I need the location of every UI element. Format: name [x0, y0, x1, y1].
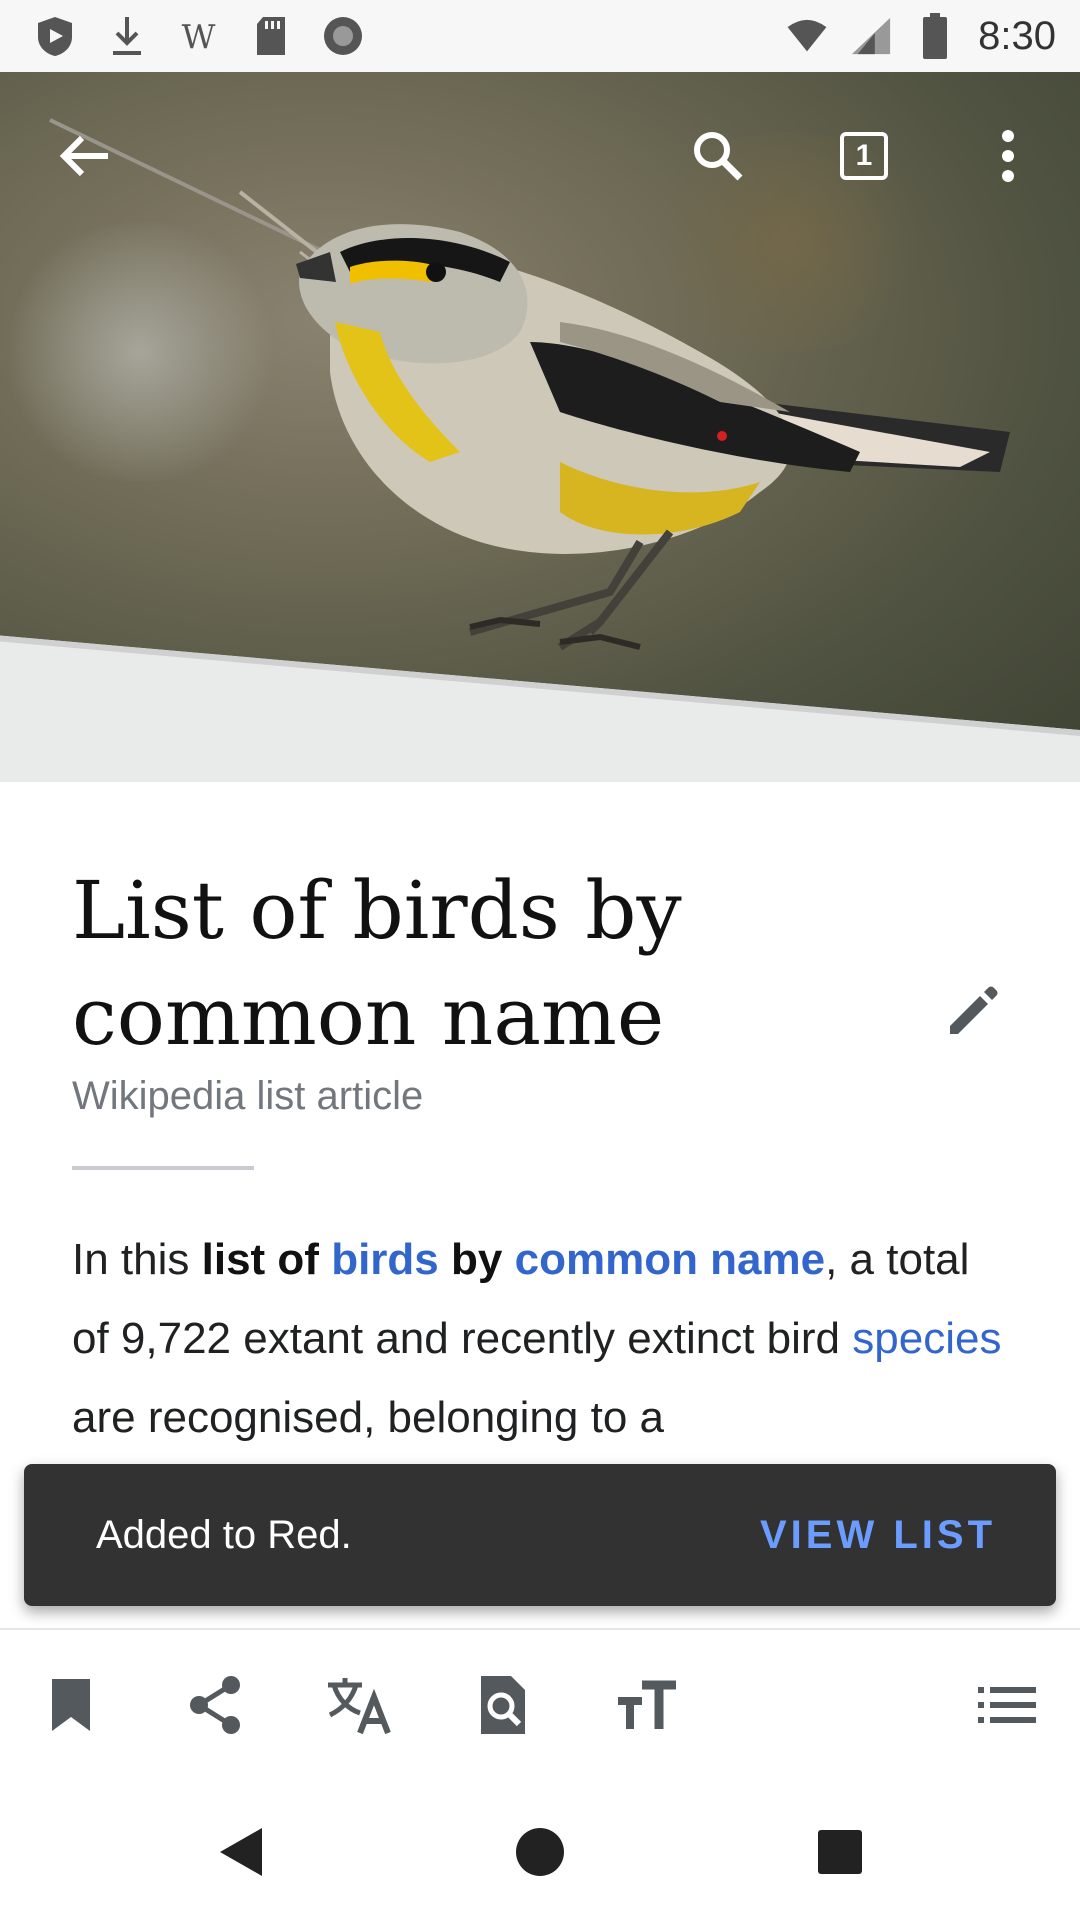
share-icon — [190, 1676, 240, 1734]
text-size-button[interactable] — [602, 1660, 692, 1750]
wifi-icon — [786, 15, 828, 57]
snackbar-message: Added to Red. — [96, 1512, 352, 1557]
page-actions-bar — [0, 1628, 1080, 1780]
edit-button[interactable] — [936, 976, 1008, 1048]
back-arrow-icon — [59, 135, 108, 177]
nav-recents-icon — [818, 1830, 862, 1874]
link-species[interactable]: species — [852, 1314, 1001, 1363]
back-button[interactable] — [44, 116, 124, 196]
lead-text-1: In this — [72, 1235, 202, 1284]
bookmark-icon — [52, 1679, 90, 1731]
view-list-button[interactable]: VIEW LIST — [760, 1513, 996, 1558]
overflow-menu-button[interactable] — [968, 116, 1048, 196]
nav-home-icon — [516, 1828, 564, 1876]
svg-text:W: W — [182, 17, 216, 56]
header-divider — [72, 1166, 254, 1170]
save-button[interactable] — [26, 1660, 116, 1750]
system-navigation-bar — [0, 1778, 1080, 1920]
battery-icon — [914, 13, 956, 59]
snackbar: Added to Red. VIEW LIST — [24, 1464, 1056, 1606]
search-icon — [694, 132, 743, 181]
lead-bold-2: by — [451, 1235, 503, 1284]
toolbar: 1 — [0, 72, 1080, 240]
text-size-icon — [618, 1680, 676, 1729]
clock: 8:30 — [978, 13, 1056, 58]
search-button[interactable] — [678, 116, 758, 196]
more-vert-icon — [1002, 130, 1014, 182]
page-title: List of birds by common name — [72, 864, 682, 1063]
pencil-icon — [950, 986, 998, 1034]
language-button[interactable] — [314, 1660, 404, 1750]
lead-text-3: are recognised, belonging to a — [72, 1393, 664, 1442]
signal-icon — [850, 15, 892, 57]
tabs-button[interactable]: 1 — [824, 116, 904, 196]
download-icon — [106, 15, 148, 57]
find-in-page-icon — [481, 1676, 525, 1734]
nav-back-button[interactable] — [200, 1812, 280, 1892]
link-birds[interactable]: birds — [331, 1235, 439, 1284]
page-description: Wikipedia list article — [72, 1074, 424, 1118]
translate-icon — [328, 1678, 391, 1735]
wikipedia-icon: W — [178, 15, 220, 57]
tabs-icon: 1 — [840, 132, 888, 180]
status-bar: W 8:30 — [0, 0, 1080, 72]
sd-card-icon — [250, 15, 292, 57]
find-in-page-button[interactable] — [458, 1660, 548, 1750]
link-common-name[interactable]: common name — [515, 1235, 826, 1284]
lead-bold-1: list of — [201, 1235, 319, 1284]
tab-count: 1 — [855, 139, 873, 172]
nav-back-icon — [220, 1828, 262, 1876]
article-lead-paragraph: In this list of birds by common name, a … — [72, 1220, 1012, 1457]
record-icon — [322, 15, 364, 57]
share-button[interactable] — [170, 1660, 260, 1750]
shield-play-icon — [34, 15, 76, 57]
nav-home-button[interactable] — [500, 1812, 580, 1892]
contents-button[interactable] — [962, 1660, 1052, 1750]
table-of-contents-icon — [978, 1687, 1036, 1723]
nav-recents-button[interactable] — [800, 1812, 880, 1892]
